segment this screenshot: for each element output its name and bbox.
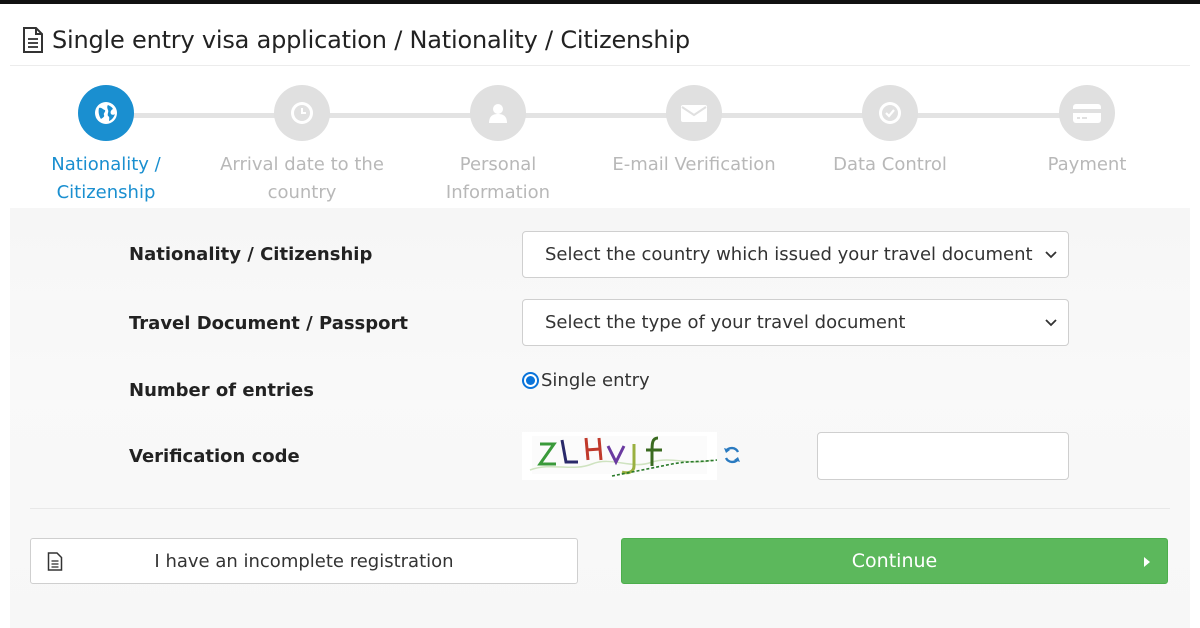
nationality-label: Nationality / Citizenship (129, 244, 373, 265)
user-icon (489, 104, 507, 123)
nationality-select-value: Select the country which issued your tra… (545, 244, 1033, 265)
step-label: Nationality / Citizenship (51, 154, 161, 203)
step-label: Data Control (833, 154, 947, 175)
header-divider (10, 65, 1190, 66)
step-circle (78, 85, 134, 141)
application-form: Nationality / Citizenship Select the cou… (10, 208, 1190, 628)
page-header: Single entry visa application / National… (22, 22, 690, 58)
globe-icon (95, 102, 117, 124)
verification-code-input[interactable] (817, 432, 1069, 480)
check-circle-icon (879, 102, 901, 124)
form-divider (30, 508, 1170, 509)
single-entry-option[interactable]: Single entry (522, 370, 650, 391)
clock-icon (291, 102, 313, 124)
step-data-control[interactable]: Data Control (792, 85, 988, 179)
chevron-down-icon (1045, 319, 1057, 327)
top-border (0, 0, 1200, 4)
continue-label: Continue (851, 550, 938, 572)
caret-right-icon (1144, 557, 1150, 567)
document-type-select[interactable]: Select the type of your travel document (522, 299, 1069, 346)
document-icon (47, 552, 63, 571)
step-arrival-date[interactable]: Arrival date to the country (204, 85, 400, 207)
step-circle (1059, 85, 1115, 141)
step-label: Payment (1047, 154, 1127, 175)
step-email-verification[interactable]: E-mail Verification (596, 85, 792, 179)
step-nationality[interactable]: Nationality / Citizenship (8, 85, 204, 207)
single-entry-radio[interactable] (522, 372, 539, 389)
entries-label: Number of entries (129, 380, 314, 401)
document-icon (23, 27, 43, 53)
document-label: Travel Document / Passport (129, 313, 408, 334)
credit-card-icon (1073, 104, 1101, 123)
verification-label: Verification code (129, 446, 300, 467)
step-label: Personal Information (445, 154, 551, 203)
incomplete-registration-button[interactable]: I have an incomplete registration (30, 538, 578, 584)
step-circle (666, 85, 722, 141)
chevron-down-icon (1045, 251, 1057, 259)
step-circle (470, 85, 526, 141)
step-circle (862, 85, 918, 141)
continue-button[interactable]: Continue (621, 538, 1168, 584)
refresh-icon[interactable] (722, 445, 742, 465)
progress-stepper: Nationality / Citizenship Arrival date t… (0, 80, 1200, 210)
step-label: Arrival date to the country (220, 154, 384, 203)
envelope-icon (681, 105, 707, 122)
nationality-select[interactable]: Select the country which issued your tra… (522, 231, 1069, 278)
step-circle (274, 85, 330, 141)
document-select-value: Select the type of your travel document (545, 312, 906, 333)
single-entry-label: Single entry (541, 370, 650, 391)
incomplete-registration-label: I have an incomplete registration (154, 550, 454, 572)
step-payment[interactable]: Payment (989, 85, 1185, 179)
captcha-image (522, 432, 717, 480)
step-personal-info[interactable]: Personal Information (400, 85, 596, 207)
page-title: Single entry visa application / National… (52, 26, 690, 54)
step-label: E-mail Verification (612, 154, 776, 175)
